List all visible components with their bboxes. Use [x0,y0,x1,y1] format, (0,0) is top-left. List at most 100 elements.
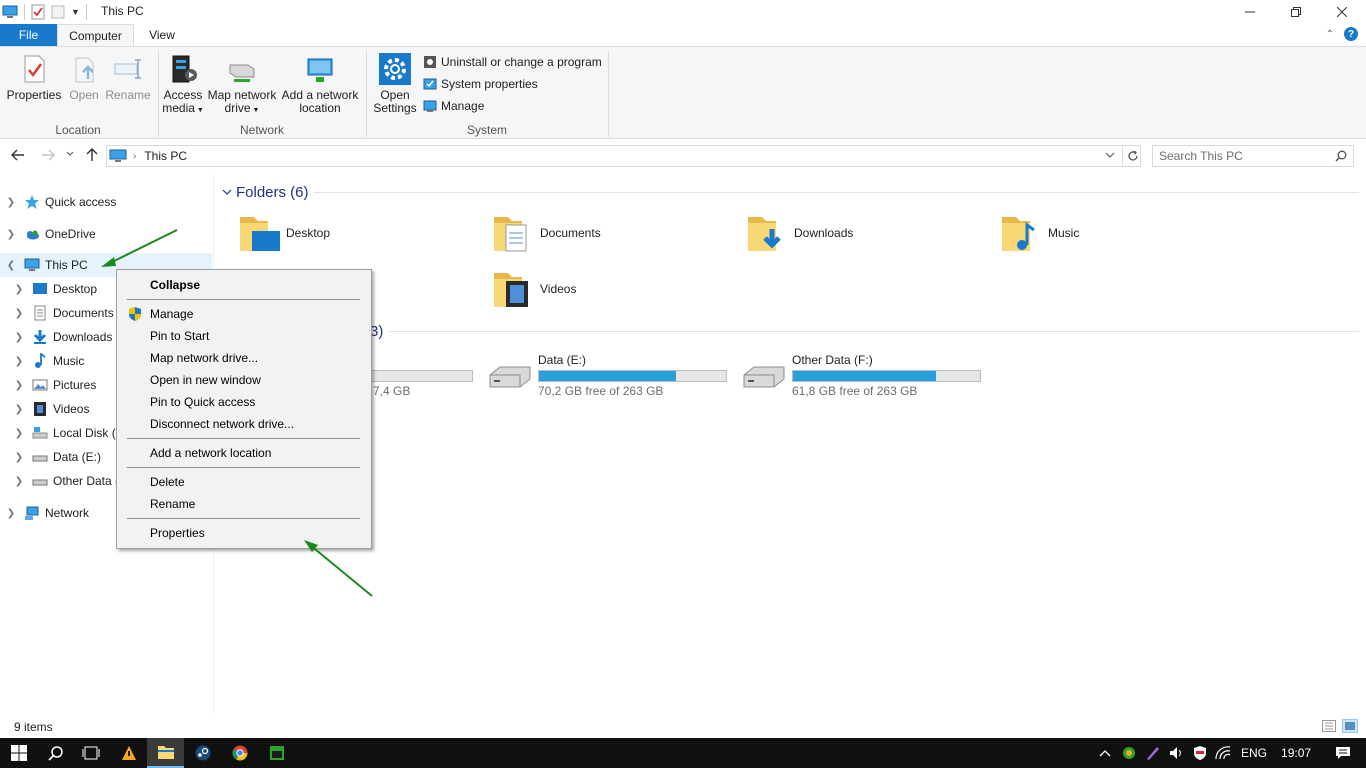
chevron-right-icon[interactable]: ❯ [12,380,26,391]
taskbar-app-steam[interactable] [184,738,221,768]
nav-item-label: Desktop [53,282,98,296]
show-hidden-icons-icon[interactable] [1099,749,1111,757]
open-button[interactable]: Open [66,53,102,102]
details-view-button[interactable] [1322,720,1336,732]
menu-item-pin-to-start[interactable]: Pin to Start [117,325,371,347]
collapse-ribbon-icon[interactable]: ⌃ [1326,29,1334,40]
arrow-right-icon [42,149,55,161]
close-button[interactable] [1319,0,1365,24]
taskbar-app-file-explorer[interactable] [147,738,184,768]
restore-button[interactable] [1273,0,1319,24]
new-folder-icon[interactable] [51,5,65,19]
recent-locations-button[interactable] [66,151,74,157]
forward-button[interactable] [40,147,56,163]
chevron-right-icon[interactable]: ❯ [4,197,18,208]
tab-file[interactable]: File [0,24,57,46]
nav-item-quick-access[interactable]: ❯ Quick access [0,190,212,214]
folder-documents[interactable]: Documents [492,209,601,257]
nav-item-onedrive[interactable]: ❯ OneDrive [0,222,212,246]
taskbar-app-green[interactable] [258,738,295,768]
rename-button[interactable]: Rename [105,53,151,102]
access-media-button[interactable]: Access media ▼ [162,53,204,117]
action-center-icon[interactable] [1335,746,1351,760]
chevron-down-icon [66,151,74,156]
ribbon: Properties Open Rename Location Access m… [0,46,1366,139]
wifi-icon[interactable] [1215,746,1231,760]
chevron-down-icon[interactable]: ❮ [4,260,18,271]
folder-music[interactable]: Music [1000,209,1079,257]
uninstall-program-button[interactable]: Uninstall or change a program [423,53,602,71]
search-box[interactable] [1152,145,1354,167]
chevron-right-icon[interactable]: ❯ [4,229,18,240]
taskbar-app-chrome[interactable] [221,738,258,768]
volume-icon[interactable] [1169,746,1185,760]
menu-item-rename[interactable]: Rename [117,493,371,515]
drive-data-e[interactable]: Data (E:) 70,2 GB free of 263 GB [488,353,738,398]
drive-usage-bar [538,370,727,382]
system-properties-button[interactable]: System properties [423,75,538,93]
devices-group-header[interactable]: 3) [370,321,383,341]
open-settings-button[interactable]: Open Settings [372,53,418,115]
properties-button[interactable]: Properties [6,53,62,102]
help-icon[interactable]: ? [1344,27,1358,41]
input-language[interactable]: ENG [1241,746,1267,760]
taskbar-app-avast[interactable] [110,738,147,768]
search-button[interactable] [37,738,74,768]
chevron-right-icon[interactable]: ❯ [12,476,26,487]
refresh-icon[interactable] [1122,145,1142,167]
open-settings-label-2: Settings [373,101,417,115]
menu-item-delete[interactable]: Delete [117,471,371,493]
search-input[interactable] [1159,146,1334,166]
context-menu: Collapse Manage Pin to Start Map network… [116,269,372,549]
menu-item-disconnect-drive[interactable]: Disconnect network drive... [117,413,371,435]
chevron-down-icon[interactable]: ▼ [71,7,80,17]
chevron-right-icon[interactable]: ❯ [12,404,26,415]
search-icon[interactable] [1335,150,1347,162]
details-view-icon [1322,720,1336,732]
chevron-right-icon[interactable]: ❯ [12,308,26,319]
tray-app-icon[interactable] [1121,745,1137,761]
menu-item-map-network-drive[interactable]: Map network drive... [117,347,371,369]
drive-other-data-f[interactable]: Other Data (F:) 61,8 GB free of 263 GB [742,353,992,398]
clock-time[interactable]: 19:07 [1281,746,1311,760]
manage-button[interactable]: Manage [423,97,484,115]
menu-item-add-network-location[interactable]: Add a network location [117,442,371,464]
minimize-button[interactable] [1227,0,1273,24]
chevron-right-icon[interactable]: ❯ [12,332,26,343]
system-properties-label: System properties [441,77,538,91]
chevron-right-icon[interactable]: ❯ [12,428,26,439]
folders-group-header[interactable]: Folders (6) [222,182,309,202]
start-button[interactable] [0,738,37,768]
pen-icon[interactable] [1145,745,1161,761]
address-bar[interactable]: › This PC [106,145,1141,167]
rename-label: Rename [105,88,151,102]
up-button[interactable] [84,147,100,163]
properties-icon[interactable] [31,4,45,20]
folder-downloads[interactable]: Downloads [746,209,853,257]
address-path: This PC [144,149,188,163]
folder-desktop[interactable]: Desktop [238,209,330,257]
chevron-right-icon[interactable]: ❯ [12,284,26,295]
network-icon [25,506,39,520]
map-network-drive-button[interactable]: Map network drive ▼ [206,53,278,117]
menu-item-manage[interactable]: Manage [117,303,371,325]
folder-videos[interactable]: Videos [492,265,576,313]
menu-item-properties[interactable]: Properties [117,522,371,544]
add-network-location-button[interactable]: Add a network location [281,53,359,115]
menu-item-pin-quick-access[interactable]: Pin to Quick access [117,391,371,413]
menu-item-open-new-window[interactable]: Open in new window [117,369,371,391]
tab-view[interactable]: View [138,24,186,46]
security-shield-icon[interactable] [1193,745,1207,761]
tab-computer[interactable]: Computer [57,24,134,46]
address-dropdown-icon[interactable] [1105,150,1115,160]
task-view-button[interactable] [72,738,109,768]
chevron-right-icon[interactable]: ❯ [12,356,26,367]
chevron-right-icon[interactable]: ❯ [12,452,26,463]
manage-label: Manage [441,99,485,113]
this-pc-icon[interactable] [2,5,18,19]
back-button[interactable] [10,147,26,163]
menu-item-collapse[interactable]: Collapse [117,274,371,296]
chevron-right-icon[interactable]: ❯ [4,508,18,519]
tiles-view-button[interactable] [1342,719,1358,733]
drive-icon [489,366,531,388]
